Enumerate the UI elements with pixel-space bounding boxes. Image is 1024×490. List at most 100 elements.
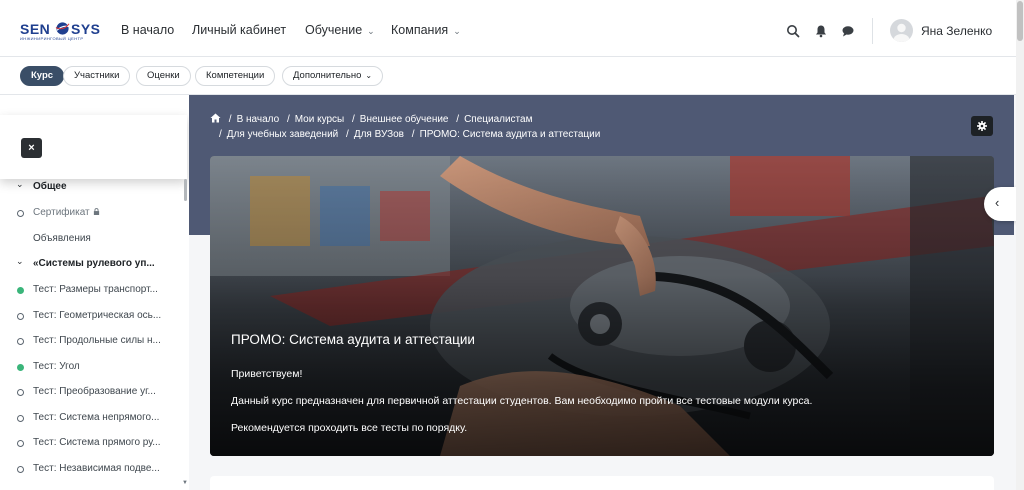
- item-label: Тест: Система прямого ру...: [33, 437, 161, 448]
- list-item[interactable]: Тест: Независимая подве...: [0, 461, 180, 481]
- open-block-drawer-button[interactable]: ‹: [984, 187, 1016, 221]
- breadcrumb-external-learning[interactable]: Внешнее обучение: [360, 114, 449, 125]
- search-icon[interactable]: [786, 24, 800, 38]
- course-hero-card: ПРОМО: Система аудита и аттестации Приве…: [210, 156, 994, 456]
- sidebar-scrollbar[interactable]: [184, 179, 187, 201]
- page-scrollbar-thumb[interactable]: [1017, 1, 1023, 41]
- chevron-down-icon: ⌄: [16, 256, 24, 266]
- tab-grades[interactable]: Оценки: [136, 66, 191, 86]
- list-item[interactable]: Тест: Продольные силы н...: [0, 333, 180, 353]
- breadcrumb-universities[interactable]: Для ВУЗов: [354, 129, 404, 140]
- toolbar-divider: [872, 18, 873, 44]
- course-index-drawer: × ⌄ Общее Сертификат Объявления ⌄ «Систе…: [0, 95, 189, 490]
- course-title: ПРОМО: Система аудита и аттестации: [231, 332, 475, 347]
- course-description: Данный курс предназначен для первичной а…: [231, 395, 813, 407]
- section-general[interactable]: ⌄ Общее: [0, 179, 180, 199]
- breadcrumb-current-course[interactable]: ПРОМО: Система аудита и аттестации: [420, 129, 601, 140]
- breadcrumb-separator: /: [228, 114, 232, 125]
- breadcrumb: / В начало / Мои курсы / Внешнее обучение /…: [210, 112, 600, 142]
- user-icon: [893, 23, 910, 42]
- complete-indicator: [17, 364, 24, 371]
- list-item[interactable]: Тест: Геометрическая ось...: [0, 308, 180, 328]
- close-drawer-button[interactable]: ×: [21, 138, 42, 158]
- list-item[interactable]: Тест: Размеры транспорт...: [0, 282, 180, 302]
- breadcrumb-my-courses[interactable]: Мои курсы: [295, 114, 345, 125]
- breadcrumb-line-1: / В начало / Мои курсы / Внешнее обучение /…: [210, 112, 600, 127]
- incomplete-indicator: [17, 338, 24, 345]
- chevron-down-icon: ⌄: [16, 179, 24, 189]
- item-label: Сертификат: [33, 207, 90, 218]
- chevron-left-icon: ‹: [995, 195, 1000, 210]
- chat-icon[interactable]: [841, 24, 855, 38]
- nav-learning-label: Обучение: [305, 23, 363, 37]
- item-label: Тест: Геометрическая ось...: [33, 310, 162, 321]
- item-label: Тест: Независимая подве...: [33, 463, 160, 474]
- nav-company[interactable]: Компания ⌄: [391, 23, 461, 37]
- item-label: Тест: Продольные силы н...: [33, 335, 161, 346]
- avatar[interactable]: [890, 19, 913, 42]
- incomplete-indicator: [17, 466, 24, 473]
- breadcrumb-separator: /: [352, 114, 355, 125]
- breadcrumb-separator: /: [456, 114, 460, 125]
- nav-learning[interactable]: Обучение ⌄: [305, 23, 375, 37]
- hero-overlay: [210, 156, 994, 456]
- incomplete-indicator: [17, 210, 24, 217]
- tab-course[interactable]: Курс: [20, 66, 65, 86]
- breadcrumb-separator: /: [219, 129, 222, 140]
- breadcrumb-specialists[interactable]: Специалистам: [464, 114, 532, 125]
- breadcrumb-home[interactable]: В начало: [237, 114, 280, 125]
- course-settings-button[interactable]: [971, 116, 993, 136]
- chevron-down-icon: ⌄: [453, 26, 461, 36]
- item-label: Объявления: [33, 233, 91, 244]
- course-content-card: [210, 476, 994, 490]
- chevron-down-icon: ⌄: [365, 71, 373, 80]
- top-navbar: SEN SYS ИНЖИНИРИНГОВЫЙ ЦЕНТР В начало Ли…: [0, 0, 1016, 57]
- section-label: Общее: [33, 181, 67, 192]
- incomplete-indicator: [17, 440, 24, 447]
- chevron-down-icon: ⌄: [367, 26, 375, 36]
- incomplete-indicator: [17, 415, 24, 422]
- item-label: Тест: Размеры транспорт...: [33, 284, 158, 295]
- incomplete-indicator: [17, 313, 24, 320]
- brand-logo-right: SYS: [71, 21, 101, 37]
- tab-more[interactable]: Дополнительно ⌄: [282, 66, 384, 86]
- complete-indicator: [17, 287, 24, 294]
- brand-subtitle: ИНЖИНИРИНГОВЫЙ ЦЕНТР: [20, 36, 84, 41]
- course-recommendation: Рекомендуется проходить все тесты по пор…: [231, 422, 468, 434]
- tab-competencies[interactable]: Компетенции: [195, 66, 276, 86]
- lock-icon: [93, 208, 99, 215]
- breadcrumb-separator: /: [411, 129, 415, 140]
- tab-more-label: Дополнительно: [293, 70, 362, 81]
- list-item[interactable]: Тест: Система непрямого...: [0, 410, 180, 430]
- nav-company-label: Компания: [391, 23, 449, 37]
- section-label: «Системы рулевого уп...: [33, 258, 155, 269]
- bell-icon[interactable]: [814, 24, 828, 38]
- list-item[interactable]: Сертификат: [0, 205, 180, 225]
- item-label: Тест: Система непрямого...: [33, 412, 160, 423]
- section-steering[interactable]: ⌄ «Системы рулевого уп...: [0, 256, 180, 276]
- breadcrumb-line-2: / Для учебных заведений / Для ВУЗов / ПРОМО…: [210, 127, 600, 142]
- list-item[interactable]: Тест: Система прямого ру...: [0, 435, 180, 455]
- list-item[interactable]: Объявления: [0, 231, 180, 251]
- brand-logo[interactable]: SEN SYS ИНЖИНИРИНГОВЫЙ ЦЕНТР: [20, 21, 102, 43]
- main-content: / В начало / Мои курсы / Внешнее обучение /…: [189, 95, 1016, 490]
- breadcrumb-separator: /: [346, 129, 349, 140]
- course-secondary-nav: Курс Участники Оценки Компетенции Дополн…: [0, 57, 1016, 95]
- breadcrumb-separator: /: [286, 114, 290, 125]
- incomplete-indicator: [17, 389, 24, 396]
- tab-participants[interactable]: Участники: [63, 66, 131, 86]
- page-scrollbar[interactable]: [1016, 0, 1024, 490]
- user-name[interactable]: Яна Зеленко: [921, 24, 992, 38]
- brand-logo-left: SEN: [20, 21, 51, 37]
- nav-dashboard[interactable]: Личный кабинет: [192, 23, 286, 37]
- list-item[interactable]: Тест: Преобразование уг...: [0, 384, 180, 404]
- scroll-down-arrow-icon[interactable]: ▼: [182, 480, 188, 486]
- nav-home[interactable]: В начало: [121, 23, 174, 37]
- breadcrumb-institutions[interactable]: Для учебных заведений: [227, 129, 338, 140]
- course-greeting: Приветствуем!: [231, 368, 303, 380]
- list-item[interactable]: Тест: Угол: [0, 359, 180, 379]
- home-icon[interactable]: [210, 113, 221, 123]
- item-label-wrap: Сертификат: [33, 207, 100, 218]
- item-label: Тест: Преобразование уг...: [33, 386, 156, 397]
- gear-icon: [977, 121, 987, 131]
